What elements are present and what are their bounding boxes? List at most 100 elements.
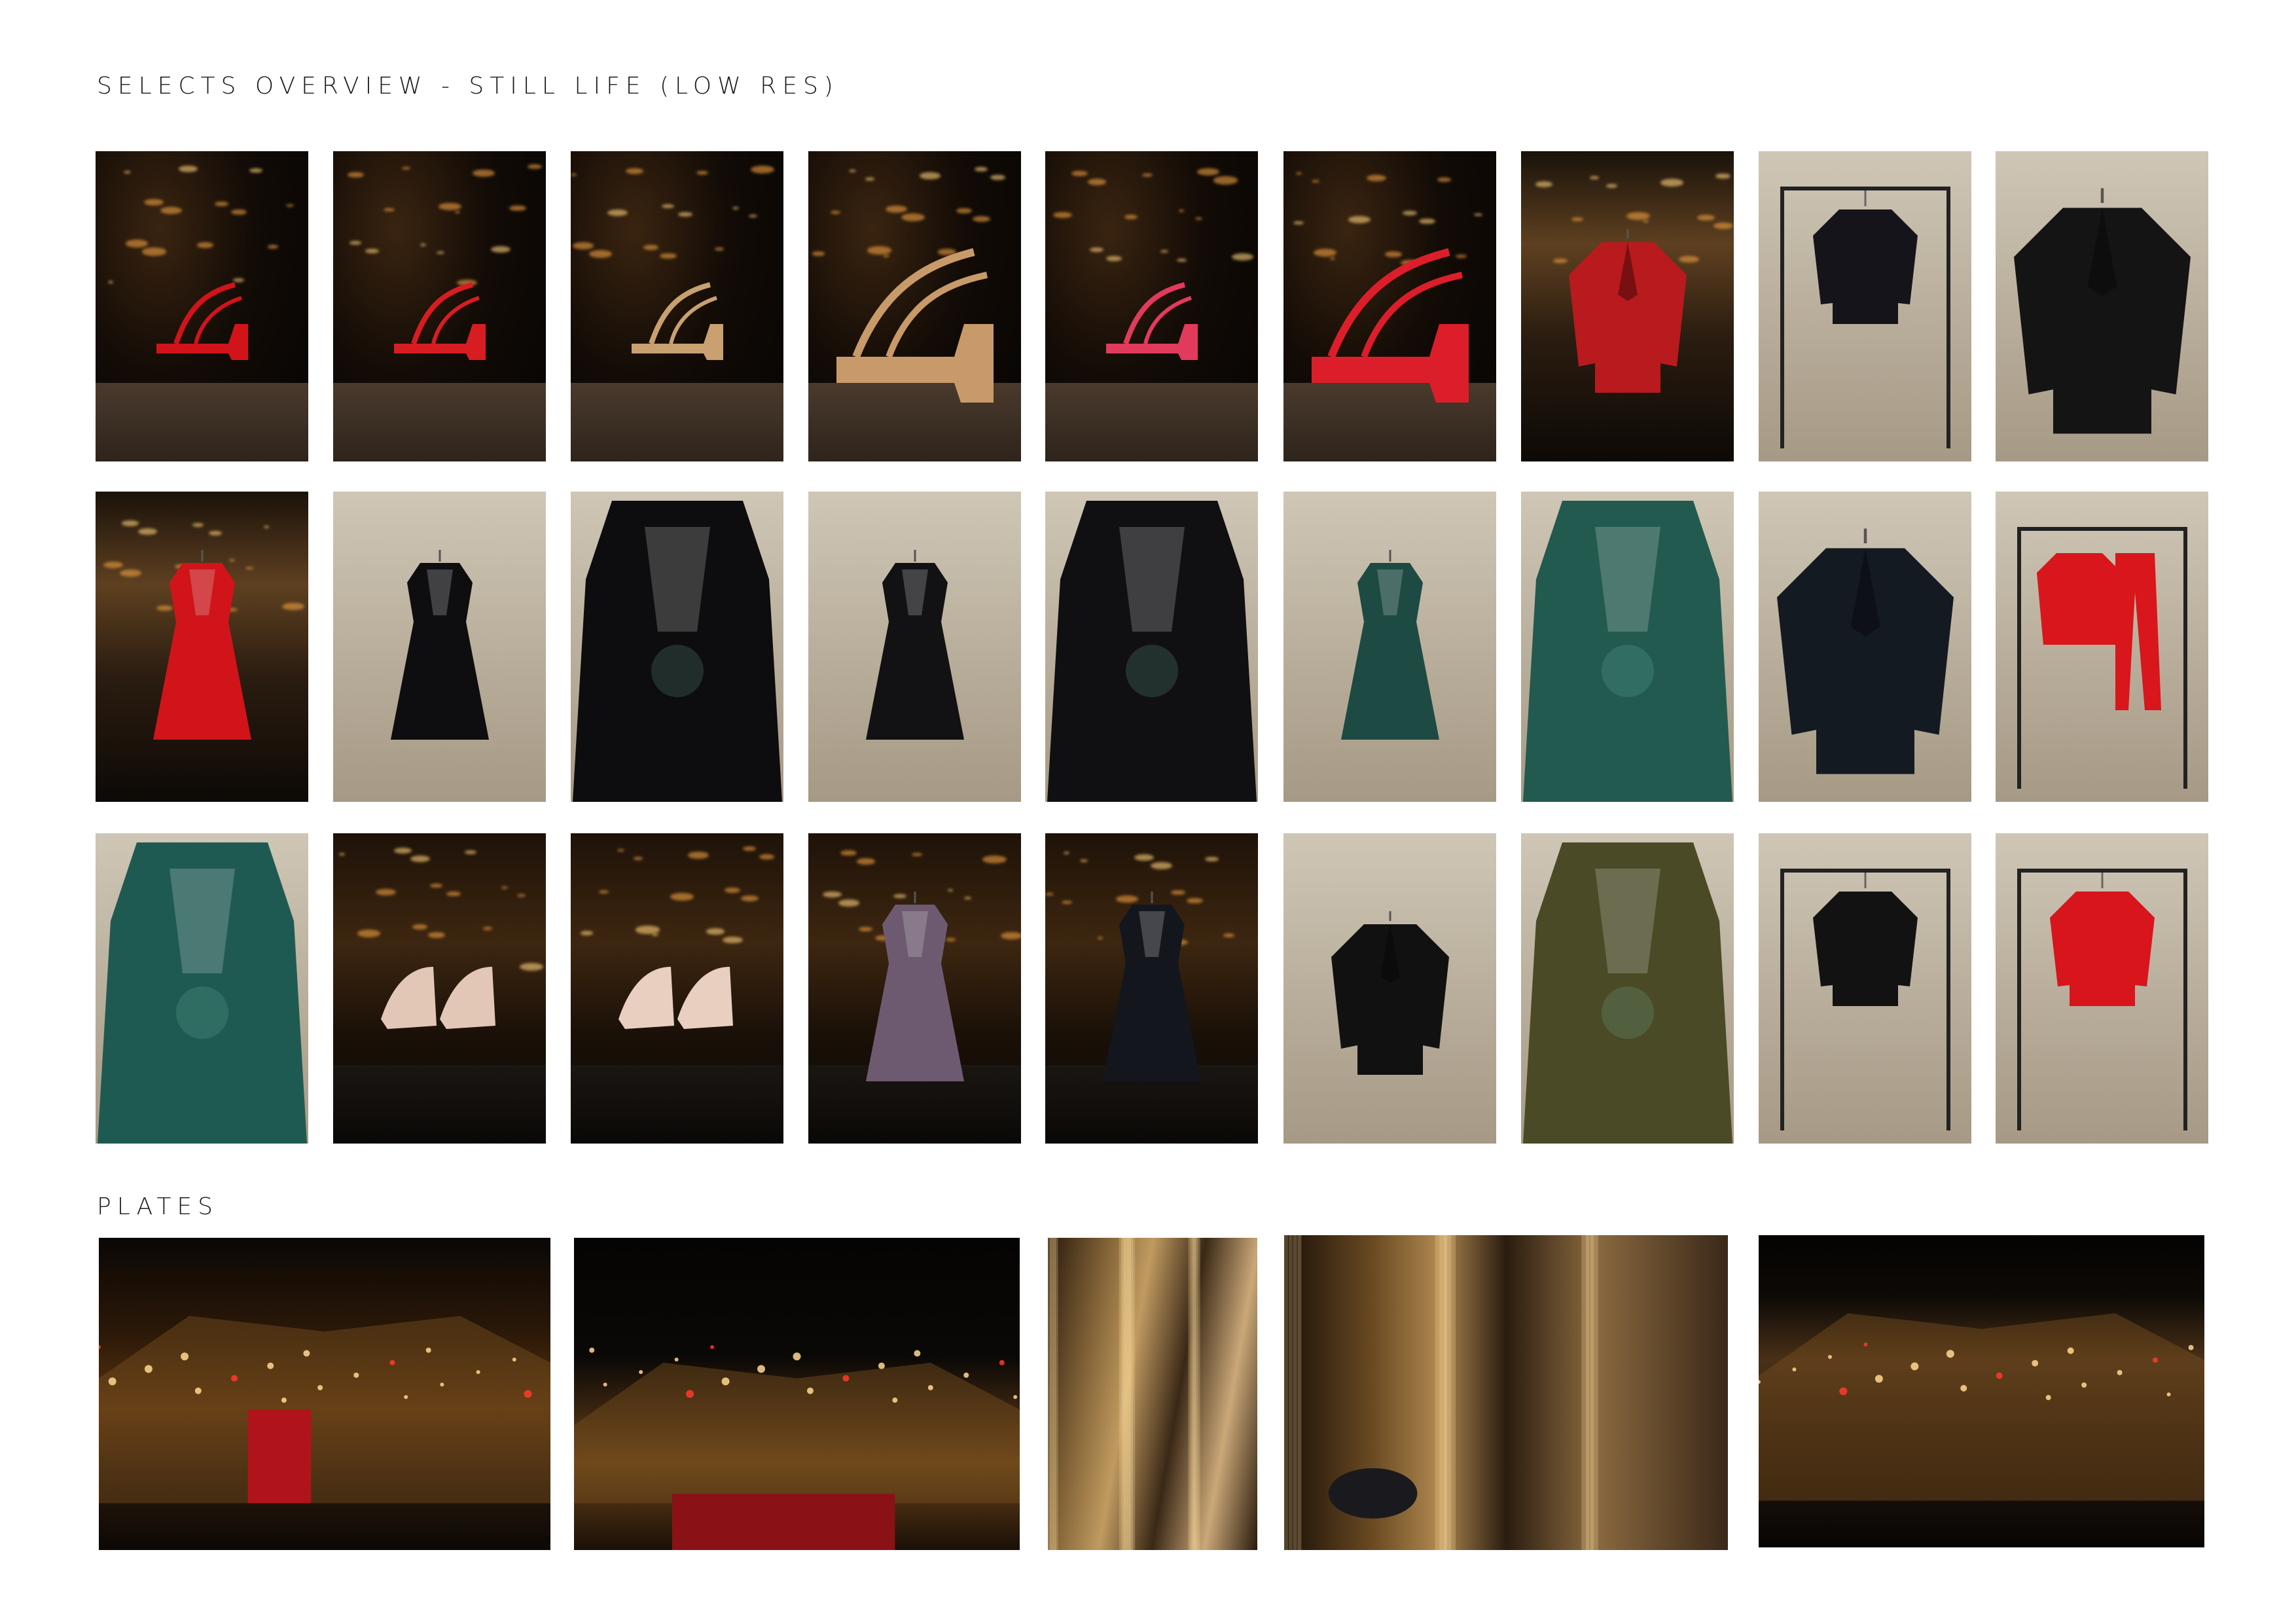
light-bokeh [1590, 176, 1600, 179]
street-light [144, 1365, 152, 1373]
select-photo-gold-strappy-sandal[interactable] [571, 151, 783, 461]
street-light [1874, 1375, 1883, 1383]
light-streak [1192, 1238, 1200, 1550]
select-photo-green-floral-lace-detail[interactable] [1521, 492, 1734, 802]
light-bokeh [249, 168, 263, 173]
stone-ledge [1045, 383, 1258, 461]
light-bokeh [215, 201, 229, 206]
street-light [674, 1358, 679, 1362]
building-silhouette [574, 1362, 1020, 1504]
light-bokeh [573, 242, 594, 249]
shoe-product [137, 245, 268, 379]
select-photo-embroidered-jacket-detail[interactable] [1759, 492, 1971, 802]
light-bokeh [1124, 214, 1138, 219]
light-bokeh [410, 856, 430, 863]
light-bokeh [732, 206, 740, 209]
select-photo-red-satin-suit-rail[interactable] [1996, 492, 2208, 802]
select-photo-red-platform-sandal-night[interactable] [96, 151, 308, 461]
light-bokeh [1295, 172, 1302, 175]
select-photo-black-lace-trim-coat-rail[interactable] [1283, 833, 1496, 1144]
light-bokeh [677, 211, 692, 217]
select-photo-red-blazer-rail[interactable] [1996, 833, 2208, 1144]
light-bokeh [1179, 209, 1185, 212]
light-bokeh [137, 528, 157, 535]
select-photo-nude-pumps-fountain[interactable] [333, 833, 546, 1144]
shoe-product [1086, 245, 1217, 379]
street-light [1839, 1387, 1848, 1396]
plate-photo-corner-building-street-lights[interactable] [1759, 1235, 2204, 1547]
light-bokeh [1715, 173, 1731, 179]
street-light [2032, 1360, 2039, 1367]
light-bokeh [635, 926, 660, 934]
light-bokeh [725, 887, 741, 893]
select-photo-gold-strappy-sandal-closeup[interactable] [808, 151, 1021, 461]
light-bokeh [501, 886, 508, 889]
light-bokeh [267, 245, 278, 249]
select-photo-red-belted-dress-gallery[interactable] [96, 492, 308, 802]
dress-detail [1522, 842, 1732, 1144]
stone-ledge [333, 383, 546, 461]
street-light [303, 1350, 310, 1357]
light-bokeh [696, 171, 708, 175]
street-light [99, 1344, 101, 1349]
street-light [842, 1375, 850, 1382]
stone-ledge [333, 1065, 546, 1144]
select-photo-green-lace-hem-detail[interactable] [96, 833, 308, 1144]
street-light [639, 1370, 643, 1375]
light-bokeh [178, 166, 198, 172]
plate-scene [1759, 1313, 2204, 1501]
jacket-product [1325, 905, 1456, 1084]
select-photo-black-embellished-velvet-dress[interactable] [333, 492, 546, 802]
light-bokeh [519, 962, 543, 971]
light-bokeh [599, 890, 609, 893]
select-photo-red-leather-blazer-gallery[interactable] [1521, 151, 1734, 461]
street-light [2153, 1357, 2159, 1363]
street-light [231, 1375, 238, 1382]
plate-photo-motion-blur-street-car[interactable] [1284, 1235, 1728, 1550]
dress-product [850, 885, 980, 1104]
plate-scene [1284, 1235, 1598, 1550]
select-photo-black-quilted-biker-jacket-rail[interactable] [1759, 833, 1971, 1144]
select-photo-pink-strappy-sandal[interactable] [1045, 151, 1258, 461]
street-light [914, 1350, 921, 1357]
select-photo-nude-pumps-fountain-2[interactable] [571, 833, 783, 1144]
pumps-product [368, 941, 512, 1048]
light-bokeh [990, 175, 1006, 180]
light-bokeh [662, 204, 675, 208]
select-photo-red-sandal-closeup[interactable] [1283, 151, 1496, 461]
light-bokeh [144, 198, 164, 206]
street-light [108, 1377, 117, 1386]
jacket-product [1562, 223, 1693, 402]
light-bokeh [285, 204, 294, 207]
street-light [1946, 1350, 1954, 1358]
select-photo-black-embroidered-sleeve-dress[interactable] [808, 492, 1021, 802]
car-blur [1328, 1468, 1418, 1519]
select-photo-black-embroidered-sleeve-detail[interactable] [1045, 492, 1258, 802]
plate-photo-motion-blur-street-vertical[interactable] [1048, 1238, 1257, 1550]
select-photo-feather-hem-velvet-dress-street[interactable] [1045, 833, 1258, 1144]
light-streak [1123, 1238, 1136, 1550]
light-bokeh [281, 602, 304, 610]
light-bokeh [920, 172, 941, 179]
suit-on-rail [1998, 514, 2207, 791]
jacket-on-rail [1998, 856, 2207, 1133]
select-photo-embroidered-cropped-jacket-rail[interactable] [1759, 151, 1971, 461]
light-bokeh [1063, 852, 1069, 855]
street-light [1827, 1355, 1832, 1360]
street-light [440, 1382, 444, 1387]
plate-photo-trafalgar-square-bus-night[interactable] [99, 1238, 550, 1550]
street-light [2081, 1382, 2087, 1388]
select-photo-black-embellished-dress-detail[interactable] [571, 492, 783, 802]
light-bokeh [670, 892, 694, 901]
light-bokeh [633, 857, 643, 860]
street-light [1960, 1384, 1967, 1392]
plate-photo-grand-building-facade-night[interactable] [574, 1238, 1020, 1550]
select-photo-red-platform-sandal-night-2[interactable] [333, 151, 546, 461]
select-photo-green-floral-lace-dress[interactable] [1283, 492, 1496, 802]
street-light [2067, 1347, 2074, 1354]
light-bokeh [1571, 217, 1584, 221]
select-photo-quilted-leather-jacket[interactable] [1996, 151, 2208, 461]
light-bokeh [1194, 217, 1202, 220]
select-photo-khaki-studded-dress[interactable] [1521, 833, 1734, 1144]
select-photo-sequin-dress-night[interactable] [808, 833, 1021, 1144]
